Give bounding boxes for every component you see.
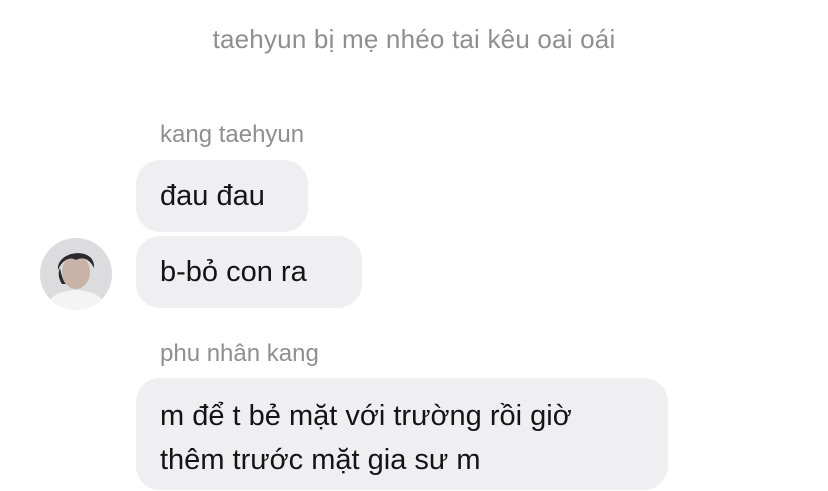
avatar-icon[interactable] [40, 238, 112, 310]
message-text: b-bỏ con ra [160, 255, 307, 288]
avatar-photo-icon [40, 238, 112, 310]
message-text-line: m để t bẻ mặt với trường rồi giờ [160, 400, 572, 432]
sender-name-phu-nhan-kang: phu nhân kang [160, 340, 319, 367]
message-bubble[interactable]: m để t bẻ mặt với trường rồi giờ thêm tr… [136, 378, 668, 490]
message-bubble[interactable]: đau đau [136, 160, 308, 232]
message-text-line: thêm trước mặt gia sư m [160, 444, 481, 476]
sender-name-kang-taehyun: kang taehyun [160, 121, 305, 148]
message-bubble[interactable]: b-bỏ con ra [136, 236, 362, 308]
system-message: taehyun bị mẹ nhéo tai kêu oai oái [212, 24, 616, 54]
message-text: đau đau [160, 179, 265, 212]
